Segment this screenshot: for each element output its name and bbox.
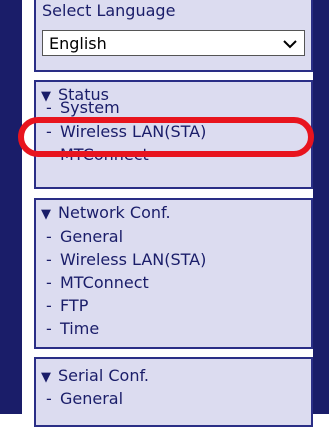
serial-title-label: Serial Conf. <box>58 366 150 385</box>
menu-item-network-mtconnect[interactable]: - MTConnect <box>46 273 149 293</box>
triangle-down-icon: ▼ <box>41 370 51 385</box>
dash-glyph: - <box>46 389 52 408</box>
dash-glyph: - <box>46 145 52 164</box>
menu-item-status-wireless-lan[interactable]: - Wireless LAN(STA) <box>46 122 206 142</box>
dash-glyph: - <box>46 273 52 292</box>
network-section-title[interactable]: ▼ Network Conf. <box>41 203 171 225</box>
menu-item-label: FTP <box>60 296 89 315</box>
menu-item-label: System <box>60 98 120 117</box>
language-section: Select Language English <box>34 0 313 72</box>
menu-item-status-mtconnect[interactable]: - MTConnect <box>46 145 149 165</box>
network-conf-section: ▼ Network Conf. - General - Wireless LAN(ST… <box>34 198 313 349</box>
language-select-value: English <box>49 34 107 53</box>
right-frame-bar <box>313 0 329 414</box>
menu-item-label: Wireless LAN(STA) <box>60 122 207 141</box>
menu-item-label: Time <box>60 319 100 338</box>
menu-item-label: General <box>60 389 124 408</box>
menu-item-status-system[interactable]: - System <box>46 98 120 118</box>
menu-item-network-general[interactable]: - General <box>46 227 123 247</box>
triangle-down-icon: ▼ <box>41 207 51 222</box>
menu-item-serial-general[interactable]: - General <box>46 389 123 409</box>
menu-item-label: MTConnect <box>60 273 149 292</box>
dash-glyph: - <box>46 122 52 141</box>
dash-glyph: - <box>46 296 52 315</box>
status-section: ▼ Status - System - Wireless LAN(STA) - MTCo… <box>34 80 313 189</box>
dash-glyph: - <box>46 227 52 246</box>
menu-item-network-ftp[interactable]: - FTP <box>46 296 88 316</box>
serial-conf-section: ▼ Serial Conf. - General <box>34 357 313 427</box>
menu-item-network-wireless-lan[interactable]: - Wireless LAN(STA) <box>46 250 206 270</box>
serial-section-title[interactable]: ▼ Serial Conf. <box>41 366 149 388</box>
network-title-label: Network Conf. <box>58 203 171 222</box>
menu-item-label: Wireless LAN(STA) <box>60 250 207 269</box>
menu-item-label: MTConnect <box>60 145 149 164</box>
dash-glyph: - <box>46 98 52 117</box>
side-menu-panel: Select Language English ▼ Status - System … <box>22 0 313 427</box>
language-select[interactable]: English <box>42 30 305 56</box>
menu-item-label: General <box>60 227 124 246</box>
dash-glyph: - <box>46 319 52 338</box>
dash-glyph: - <box>46 250 52 269</box>
left-frame-bar <box>0 0 22 414</box>
language-label: Select Language <box>42 1 176 20</box>
chevron-down-icon <box>283 40 297 49</box>
menu-item-network-time[interactable]: - Time <box>46 319 99 339</box>
